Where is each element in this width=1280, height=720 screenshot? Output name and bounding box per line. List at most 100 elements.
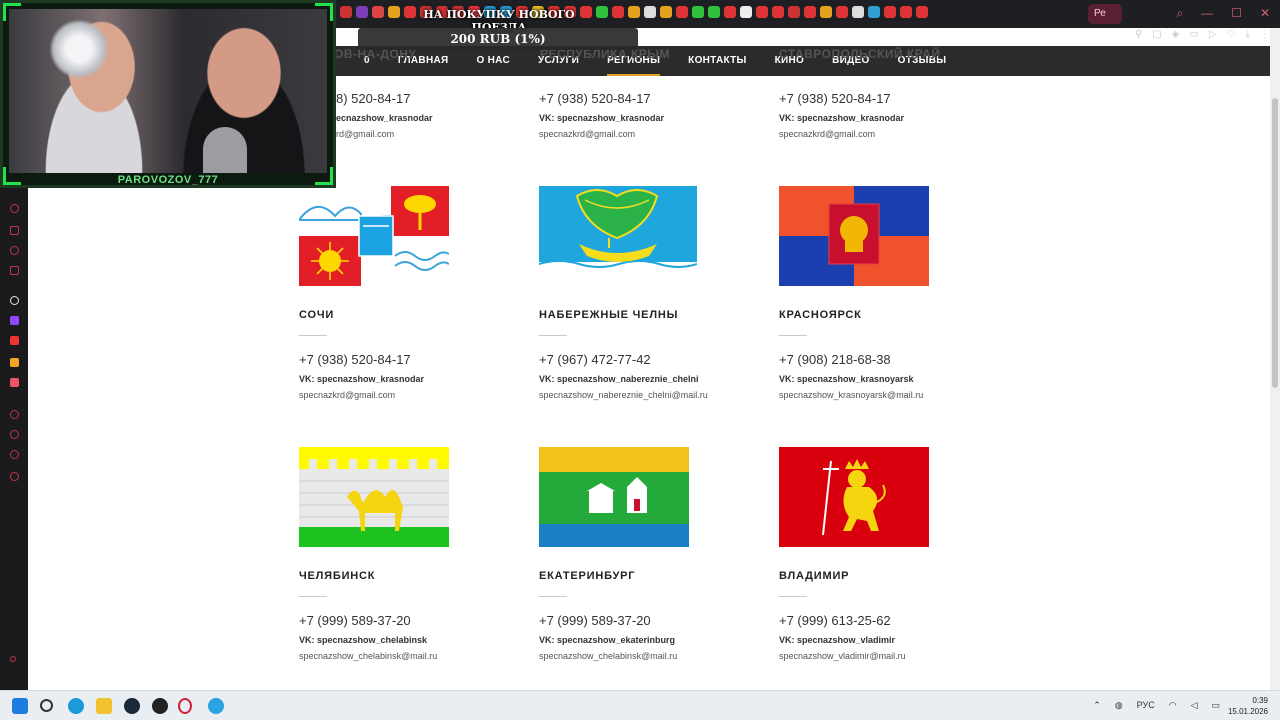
clock[interactable]: 0:39 15.01.2026: [1228, 695, 1268, 717]
email-link[interactable]: specnazshow_chelabinsk@mail.ru: [299, 651, 437, 661]
search-icon[interactable]: [40, 699, 53, 712]
nav-item-about[interactable]: О НАС: [463, 46, 524, 76]
steam-icon[interactable]: [124, 698, 140, 714]
pin-icon[interactable]: ⚲: [1135, 29, 1142, 40]
vk-link[interactable]: VK: specnazshow_vladimir: [779, 635, 895, 645]
tab-favicon[interactable]: [596, 6, 608, 18]
tab-favicon[interactable]: [820, 6, 832, 18]
phone-number[interactable]: +7 (967) 472-77-42: [539, 352, 651, 367]
twitch-icon[interactable]: [10, 316, 19, 325]
volume-icon[interactable]: ◁: [1191, 700, 1198, 711]
tab-favicon[interactable]: [692, 6, 704, 18]
app-icon[interactable]: [10, 358, 19, 367]
wifi-icon[interactable]: ◠: [1169, 700, 1177, 711]
tab-favicon[interactable]: [372, 6, 384, 18]
tab-favicon[interactable]: [724, 6, 736, 18]
phone-number[interactable]: 8) 520-84-17: [336, 91, 410, 106]
tab-favicon[interactable]: [804, 6, 816, 18]
heart-icon[interactable]: ♡: [1227, 29, 1236, 40]
phone-number[interactable]: +7 (999) 589-37-20: [539, 613, 651, 628]
phone-number[interactable]: +7 (908) 218-68-38: [779, 352, 891, 367]
minimize-icon[interactable]: —: [1201, 6, 1213, 21]
email-link[interactable]: specnazshow_chelabinsk@mail.ru: [539, 651, 677, 661]
shield-icon[interactable]: ◈: [1172, 29, 1180, 40]
vk-link[interactable]: VK: specnazshow_chelabinsk: [299, 635, 427, 645]
vk-link[interactable]: VK: specnazshow_krasnodar: [539, 113, 664, 123]
tab-favicon[interactable]: [388, 6, 400, 18]
bookmark-icon[interactable]: ▭: [1189, 29, 1198, 40]
active-tab[interactable]: Ре: [1088, 4, 1122, 24]
phone-number[interactable]: +7 (938) 520-84-17: [539, 91, 651, 106]
tab-favicon[interactable]: [852, 6, 864, 18]
telegram-icon[interactable]: [208, 698, 224, 714]
email-link[interactable]: specnazkrd@gmail.com: [539, 129, 635, 139]
scrollbar[interactable]: [1270, 28, 1280, 690]
tab-favicon[interactable]: [340, 6, 352, 18]
phone-number[interactable]: +7 (999) 589-37-20: [299, 613, 411, 628]
app-icon[interactable]: [10, 378, 19, 387]
menu-icon[interactable]: ⋮: [1260, 29, 1270, 40]
tab-favicon[interactable]: [916, 6, 928, 18]
email-link[interactable]: specnazkrd@gmail.com: [299, 390, 395, 400]
app-icon[interactable]: [10, 656, 16, 662]
vk-link[interactable]: ecnazshow_krasnodar: [336, 113, 433, 123]
vk-link[interactable]: VK: specnazshow_krasnoyarsk: [779, 374, 914, 384]
email-link[interactable]: specnazshow_nabereznie_chelni@mail.ru: [539, 390, 708, 400]
chat-icon[interactable]: [10, 246, 19, 255]
email-link[interactable]: specnazshow_vladimir@mail.ru: [779, 651, 906, 661]
wallet-icon[interactable]: [10, 226, 19, 235]
language-indicator[interactable]: РУС: [1137, 700, 1155, 711]
scroll-thumb[interactable]: [1272, 98, 1278, 388]
timer-icon[interactable]: [10, 410, 19, 419]
maximize-icon[interactable]: ☐: [1231, 6, 1242, 21]
edge-icon[interactable]: [68, 698, 84, 714]
phone-number[interactable]: +7 (938) 520-84-17: [779, 91, 891, 106]
tab-favicon[interactable]: [772, 6, 784, 18]
yandex-icon[interactable]: [10, 336, 19, 345]
email-link[interactable]: specnazkrd@gmail.com: [779, 129, 875, 139]
nav-item-contacts[interactable]: КОНТАКТЫ: [674, 46, 760, 76]
app-icon[interactable]: [10, 296, 19, 305]
vk-link[interactable]: VK: specnazshow_ekaterinburg: [539, 635, 675, 645]
tab-favicon[interactable]: [644, 6, 656, 18]
mail-icon[interactable]: [10, 266, 19, 275]
tab-favicon[interactable]: [868, 6, 880, 18]
city-name: ЕКАТЕРИНБУРГ: [539, 570, 636, 582]
tab-favicon[interactable]: [756, 6, 768, 18]
search-icon[interactable]: ⌕: [1176, 6, 1183, 21]
tab-favicon[interactable]: [708, 6, 720, 18]
vk-link[interactable]: VK: specnazshow_nabereznie_chelni: [539, 374, 699, 384]
phone-number[interactable]: +7 (999) 613-25-62: [779, 613, 891, 628]
tab-favicon[interactable]: [628, 6, 640, 18]
phone-number[interactable]: +7 (938) 520-84-17: [299, 352, 411, 367]
clock-icon[interactable]: [10, 430, 19, 439]
play-icon[interactable]: ▷: [1209, 29, 1217, 40]
windows-start-icon[interactable]: [12, 698, 28, 714]
cube-icon[interactable]: [10, 450, 19, 459]
opera-icon[interactable]: [178, 698, 192, 714]
microphone-icon[interactable]: ◍: [1115, 700, 1123, 711]
tab-favicon[interactable]: [740, 6, 752, 18]
tab-favicon[interactable]: [884, 6, 896, 18]
close-icon[interactable]: ✕: [1260, 6, 1270, 21]
tab-favicon[interactable]: [836, 6, 848, 18]
tab-favicon[interactable]: [676, 6, 688, 18]
collection-icon[interactable]: ▢: [1152, 29, 1161, 40]
tab-favicon[interactable]: [900, 6, 912, 18]
obs-icon[interactable]: [152, 698, 168, 714]
tab-favicon[interactable]: [612, 6, 624, 18]
tab-favicon[interactable]: [356, 6, 368, 18]
history-icon[interactable]: [10, 204, 19, 213]
settings-icon[interactable]: [10, 472, 19, 481]
email-link[interactable]: specnazshow_krasnoyarsk@mail.ru: [779, 390, 923, 400]
vk-link[interactable]: VK: specnazshow_krasnodar: [779, 113, 904, 123]
email-link[interactable]: rd@gmail.com: [336, 129, 394, 139]
chevron-up-icon[interactable]: ⌃: [1093, 700, 1101, 711]
folder-icon[interactable]: [96, 698, 112, 714]
tab-favicon[interactable]: [660, 6, 672, 18]
tab-favicon[interactable]: [788, 6, 800, 18]
download-icon[interactable]: ⤓: [1246, 29, 1250, 40]
vk-link[interactable]: VK: specnazshow_krasnodar: [299, 374, 424, 384]
battery-icon[interactable]: ▭: [1211, 700, 1220, 711]
divider: [779, 335, 807, 336]
